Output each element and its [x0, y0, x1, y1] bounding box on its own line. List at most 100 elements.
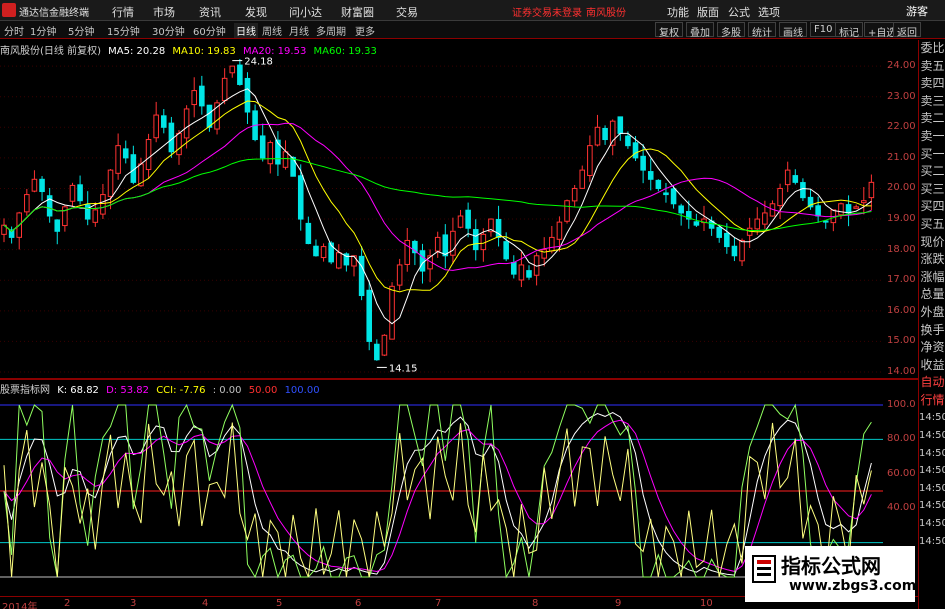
menu-assistant[interactable]: 问小达 [289, 4, 322, 20]
candle-body [693, 221, 700, 226]
sidebar-item[interactable]: 14:50 [919, 427, 945, 445]
sidebar-item[interactable]: 涨幅 [919, 269, 945, 287]
sidebar-item[interactable]: 卖一 [919, 128, 945, 146]
sidebar-item[interactable]: 外盘 [919, 304, 945, 322]
sidebar-item[interactable]: 14:50 [919, 515, 945, 533]
period-1min[interactable]: 1分钟 [30, 23, 56, 38]
back-button[interactable]: 返回 [893, 22, 921, 39]
candle-body [320, 246, 327, 259]
candle-body [579, 169, 586, 189]
candlestick-chart[interactable]: 24.18 14.15 [0, 40, 883, 378]
candle-body [153, 114, 159, 139]
sidebar-item[interactable]: 现价 [919, 234, 945, 252]
candle-body [640, 155, 646, 171]
candle-body [199, 85, 205, 107]
app-title: 通达信金融终端 [19, 8, 89, 19]
multi-stock-button[interactable]: 多股 [717, 22, 745, 39]
sidebar-item[interactable]: 委比 [919, 40, 945, 58]
sidebar-item[interactable]: 买一 [919, 146, 945, 164]
sidebar-item[interactable]: 14:50 [919, 445, 945, 463]
candle-body [777, 187, 783, 207]
candle-body [800, 182, 806, 199]
sidebar-item[interactable]: 卖五 [919, 58, 945, 76]
menu-market[interactable]: 市场 [153, 4, 175, 20]
period-intraday[interactable]: 分时 [4, 23, 24, 38]
price-tick-label: 18.00 [887, 243, 916, 255]
period-more[interactable]: 更多 [355, 23, 375, 38]
sidebar-item[interactable]: 14:50 [919, 533, 945, 551]
sidebar-item[interactable]: 14:50 [919, 462, 945, 480]
sidebar-item[interactable]: 卖四 [919, 75, 945, 93]
menu-layout[interactable]: 版面 [697, 4, 719, 20]
sidebar-item[interactable]: 收益 [919, 357, 945, 375]
sidebar-item[interactable]: 买二 [919, 163, 945, 181]
candle-body [31, 178, 38, 192]
period-daily[interactable]: 日线 [234, 23, 258, 38]
date-tick-label: 9 [615, 598, 622, 609]
menu-quotes[interactable]: 行情 [112, 4, 134, 20]
adjust-button[interactable]: 复权 [655, 22, 683, 39]
candle-body [107, 169, 114, 197]
sidebar-item[interactable]: 卖二 [919, 110, 945, 128]
candle-body [549, 236, 555, 252]
candle-body [602, 127, 608, 141]
candle-body [587, 145, 593, 176]
sidebar-item[interactable]: 14:50 [919, 480, 945, 498]
period-weekly[interactable]: 周线 [262, 23, 282, 38]
pane-divider[interactable] [0, 378, 918, 380]
period-5min[interactable]: 5分钟 [68, 23, 94, 38]
candle-body [396, 264, 403, 286]
sidebar-item[interactable]: 买四 [919, 198, 945, 216]
trade-login-warning[interactable]: 证券交易未登录 [512, 4, 582, 19]
mark-button[interactable]: 标记 [835, 22, 863, 39]
sidebar-item[interactable]: 净资 [919, 339, 945, 357]
candle-body [374, 343, 380, 361]
stats-button[interactable]: 统计 [748, 22, 776, 39]
menu-options[interactable]: 选项 [758, 4, 780, 20]
menu-news[interactable]: 资讯 [199, 4, 221, 20]
period-multi[interactable]: 多周期 [316, 23, 346, 38]
period-15min[interactable]: 15分钟 [107, 23, 140, 38]
period-30min[interactable]: 30分钟 [152, 23, 185, 38]
date-tick-label: 7 [435, 598, 442, 609]
menu-wealth[interactable]: 财富圈 [341, 4, 374, 20]
menu-formula[interactable]: 公式 [728, 4, 750, 20]
candle-body [336, 252, 342, 269]
period-60min[interactable]: 60分钟 [193, 23, 226, 38]
candle-body [655, 179, 662, 189]
f10-button[interactable]: F10 [810, 22, 837, 37]
menu-function[interactable]: 功能 [667, 4, 689, 20]
candle-body [381, 334, 388, 356]
price-tick-label: 17.00 [887, 274, 916, 286]
sidebar-item[interactable]: 14:50 [919, 497, 945, 515]
draw-line-button[interactable]: 画线 [779, 22, 807, 39]
candle-body [161, 115, 167, 128]
candle-body [419, 250, 426, 272]
candle-body [518, 264, 525, 281]
sidebar-item[interactable]: 买三 [919, 181, 945, 199]
sidebar-item[interactable]: 14:50 [919, 409, 945, 427]
period-monthly[interactable]: 月线 [289, 23, 309, 38]
sidebar-item[interactable]: 行情 [919, 392, 945, 410]
candle-body [647, 171, 654, 180]
guest-button[interactable]: 游客 [892, 3, 942, 18]
sidebar-item[interactable]: 自动 [919, 374, 945, 392]
sidebar-item[interactable]: 买五 [919, 216, 945, 234]
menu-trade[interactable]: 交易 [396, 4, 418, 20]
candle-body [267, 142, 274, 165]
candle-body [465, 209, 471, 229]
price-tick-label: 22.00 [887, 121, 916, 133]
candle-body [389, 285, 395, 340]
candle-body [92, 209, 99, 223]
candle-body [351, 255, 357, 267]
overlay-button[interactable]: 叠加 [686, 22, 714, 39]
candle-body [739, 239, 745, 262]
date-tick-label: 2014年 [2, 602, 38, 609]
sidebar-item[interactable]: 换手 [919, 322, 945, 340]
menu-discover[interactable]: 发现 [245, 4, 267, 20]
candle-body [815, 205, 821, 217]
sidebar-item[interactable]: 总量 [919, 286, 945, 304]
sidebar-item[interactable]: 卖三 [919, 93, 945, 111]
candle-body [845, 204, 852, 214]
sidebar-item[interactable]: 涨跌 [919, 251, 945, 269]
